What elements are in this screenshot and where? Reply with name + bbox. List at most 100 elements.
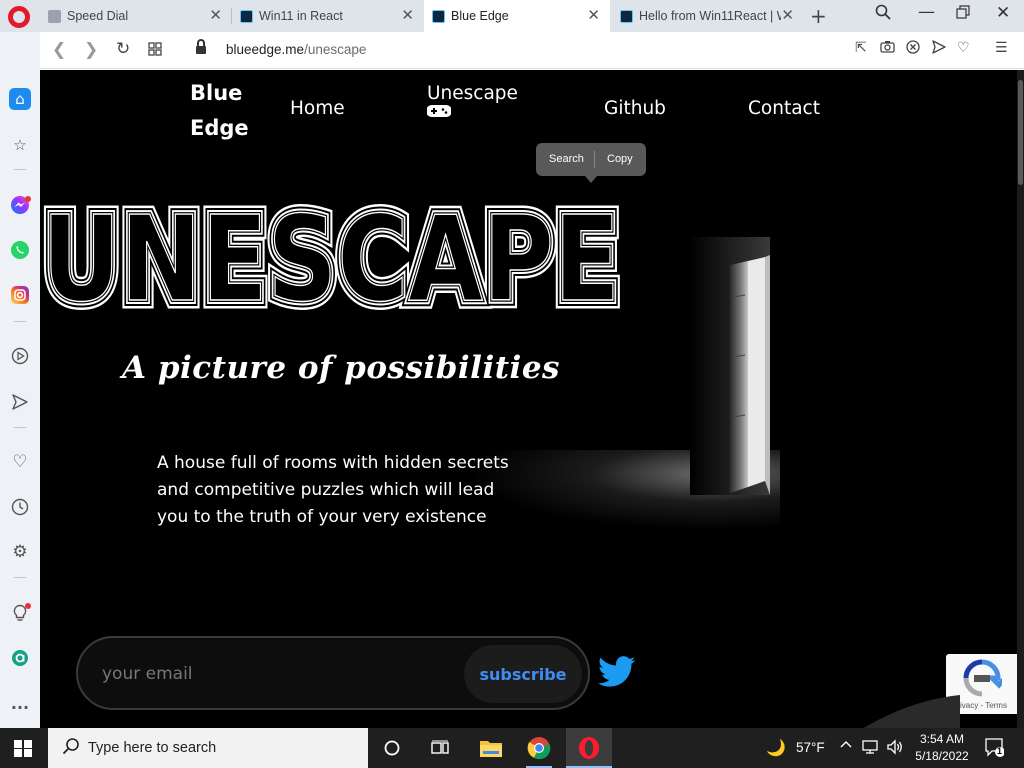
reload-icon[interactable]: ↻	[116, 39, 130, 59]
recaptcha-icon	[963, 659, 1002, 697]
aria-icon[interactable]	[9, 647, 31, 669]
url-path: /unescape	[304, 42, 367, 57]
tab-title: Speed Dial	[67, 9, 129, 23]
tab-speed-dial[interactable]: Speed Dial ✕	[40, 0, 232, 32]
send-icon[interactable]	[932, 40, 946, 58]
sidebar-divider	[14, 321, 26, 322]
popup-arrow	[585, 176, 597, 183]
notification-dot	[25, 603, 31, 609]
nav-home[interactable]: Home	[290, 98, 345, 119]
tab-hello-win11react[interactable]: Hello from Win11React | W ✕	[612, 0, 804, 32]
gamepad-icon	[426, 102, 518, 123]
close-tab-icon[interactable]: ✕	[781, 8, 794, 24]
my-flow-icon[interactable]	[9, 391, 31, 413]
speed-dial-icon	[48, 9, 61, 23]
lock-icon[interactable]	[196, 39, 206, 55]
tab-grid-icon[interactable]	[148, 41, 162, 61]
notification-count: 1	[997, 746, 1003, 756]
nav-unescape[interactable]: Unescape	[426, 83, 518, 123]
tab-strip: Speed Dial ✕ Win11 in React ✕ Blue Edge …	[0, 0, 1024, 32]
scroll-thumb[interactable]	[1018, 80, 1023, 185]
react-icon	[432, 9, 445, 23]
floor-shadow	[863, 695, 960, 728]
bookmarks-icon[interactable]: ☆	[9, 134, 31, 156]
brand-logo[interactable]: Blue Edge	[190, 76, 270, 146]
share-icon[interactable]: ⇱	[855, 40, 867, 56]
email-input[interactable]	[102, 660, 432, 688]
svg-text:UNESCAPE: UNESCAPE	[42, 200, 620, 310]
open-door-image	[690, 237, 770, 495]
adblock-icon[interactable]	[906, 40, 920, 58]
minimize-icon[interactable]: —	[918, 2, 935, 22]
sidebar-divider	[14, 427, 26, 428]
tab-title: Win11 in React	[259, 9, 343, 23]
hero-title: UNESCAPE UNESCAPE UNESCAPE UNESCAPE UNES…	[42, 200, 627, 310]
nav-unescape-label: Unescape	[427, 83, 518, 104]
notification-dot	[25, 196, 31, 202]
heart-icon[interactable]: ♡	[957, 40, 970, 56]
web-page: Blue Edge Home Unescape Github Contact S…	[40, 70, 1017, 728]
whatsapp-icon[interactable]	[9, 239, 31, 261]
tab-win11-react[interactable]: Win11 in React ✕	[232, 0, 424, 32]
volume-icon[interactable]	[886, 739, 904, 758]
search-placeholder: Type here to search	[88, 740, 217, 756]
personal-news-heart-icon[interactable]: ♡	[9, 451, 31, 473]
forward-icon[interactable]: ❯	[84, 40, 98, 60]
taskbar-clock[interactable]: 3:54 AM 5/18/2022	[906, 731, 978, 765]
popup-search-button[interactable]: Search	[549, 153, 584, 165]
search-icon	[62, 737, 80, 760]
tagline: A picture of possibilities	[122, 350, 560, 386]
close-tab-icon[interactable]: ✕	[401, 8, 414, 24]
network-icon[interactable]	[862, 739, 880, 758]
show-hidden-icons-chevron-icon[interactable]	[840, 739, 852, 754]
search-tabs-icon[interactable]	[875, 4, 891, 25]
popup-copy-button[interactable]: Copy	[607, 153, 633, 165]
history-icon[interactable]	[9, 496, 31, 518]
close-window-icon[interactable]: ✕	[996, 3, 1010, 23]
taskbar-search-box[interactable]: Type here to search	[48, 728, 368, 768]
page-scrollbar[interactable]	[1017, 70, 1024, 728]
player-icon[interactable]	[9, 345, 31, 367]
opera-menu-icon[interactable]	[8, 6, 30, 28]
windows-start-icon[interactable]	[14, 740, 32, 757]
back-icon[interactable]: ❮	[52, 40, 66, 60]
close-tab-icon[interactable]: ✕	[209, 8, 222, 24]
moon-weather-icon[interactable]: 🌙	[766, 738, 786, 758]
chrome-icon[interactable]	[522, 728, 556, 768]
opera-sidebar: ⌂ ☆ ♡ ⚙ ···	[0, 32, 40, 728]
react-icon	[240, 9, 253, 23]
easy-setup-icon[interactable]: ☰	[995, 40, 1008, 56]
windows-taskbar: Type here to search 🌙 57°F 3:54 AM 5/18/…	[0, 728, 1024, 768]
url-domain: blueedge.me	[226, 42, 305, 57]
more-options-icon[interactable]: ···	[9, 696, 31, 718]
weather-temp[interactable]: 57°F	[796, 740, 825, 755]
url-field[interactable]: blueedge.me/unescape	[226, 42, 366, 57]
selection-popup: Search Copy	[536, 143, 646, 183]
restore-icon[interactable]	[956, 4, 970, 24]
clock-date: 5/18/2022	[915, 749, 969, 763]
task-view-icon[interactable]	[428, 728, 452, 768]
file-explorer-icon[interactable]	[474, 728, 508, 768]
sidebar-divider	[14, 169, 26, 170]
instagram-icon[interactable]	[9, 284, 31, 306]
recaptcha-terms[interactable]: Privacy - Terms	[952, 701, 1007, 710]
nav-github[interactable]: Github	[604, 98, 666, 119]
close-tab-icon[interactable]: ✕	[587, 8, 600, 24]
react-icon	[620, 9, 633, 23]
home-icon[interactable]: ⌂	[9, 88, 31, 110]
new-tab-button[interactable]: +	[810, 4, 827, 28]
subscribe-button[interactable]: subscribe	[464, 645, 582, 703]
settings-gear-icon[interactable]: ⚙	[9, 541, 31, 563]
nav-contact[interactable]: Contact	[748, 98, 820, 119]
brand-line-1: Blue	[190, 81, 243, 105]
tab-title: Hello from Win11React | W	[639, 9, 789, 23]
tab-title: Blue Edge	[451, 9, 509, 23]
snapshot-camera-icon[interactable]	[880, 40, 895, 57]
opera-taskbar-icon[interactable]	[566, 728, 612, 768]
twitter-icon[interactable]	[598, 656, 636, 688]
description: A house full of rooms with hidden secret…	[157, 453, 509, 527]
cortana-icon[interactable]	[380, 728, 404, 768]
subscribe-form: subscribe	[76, 636, 590, 710]
sidebar-divider	[14, 577, 26, 578]
tab-blue-edge[interactable]: Blue Edge ✕	[424, 0, 610, 32]
